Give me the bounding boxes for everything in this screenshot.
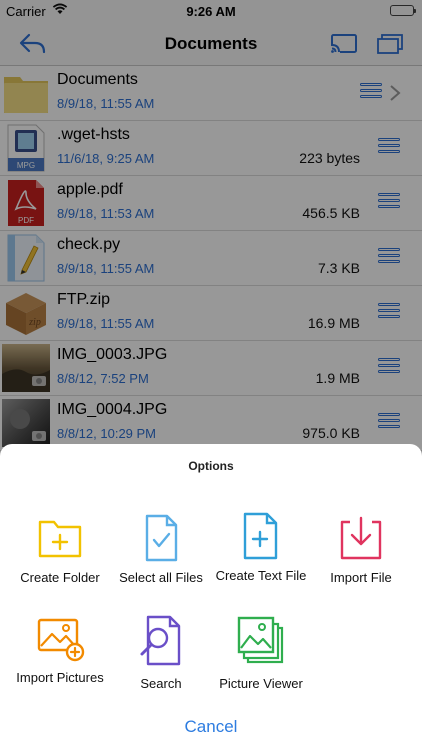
select-all-files-icon [145,514,178,562]
option-label: Create Folder [20,570,100,585]
import-pictures-icon [37,618,85,662]
create-text-file-option[interactable]: Create Text File [207,512,315,584]
create-folder-option[interactable]: Create Folder [6,512,114,586]
option-label: Create Text File [215,568,307,583]
create-folder-icon [38,520,82,558]
sheet-title: Options [188,459,234,473]
option-label: Import Pictures [16,670,104,685]
import-file-option[interactable]: Import File [307,512,415,586]
import-file-icon [340,516,382,560]
options-sheet: Options Create Folder Select all Files C… [0,444,422,750]
option-label: Picture Viewer [219,676,303,691]
import-pictures-option[interactable]: Import Pictures [6,614,114,686]
search-icon [140,615,181,666]
picture-viewer-option[interactable]: Picture Viewer [207,614,315,692]
search-option[interactable]: Search [107,614,215,692]
option-label: Search [140,676,182,691]
create-text-file-icon [243,512,278,560]
select-all-files-option[interactable]: Select all Files [107,512,215,586]
option-label: Import File [330,570,392,585]
option-label: Select all Files [119,570,203,585]
cancel-button[interactable]: Cancel [0,717,422,737]
picture-viewer-icon [237,616,284,664]
